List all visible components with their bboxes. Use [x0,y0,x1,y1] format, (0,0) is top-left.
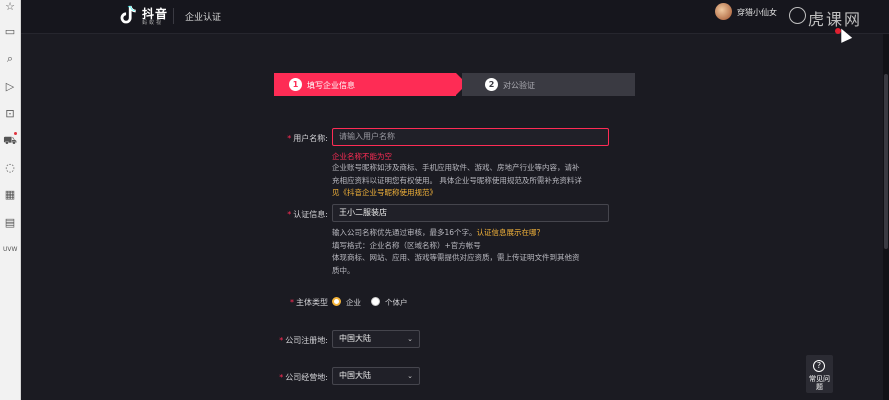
cert-display-link[interactable]: 认证信息展示在哪？ [477,228,545,237]
question-icon: ? [813,360,825,372]
divider [173,8,174,24]
book-icon[interactable]: ▭ [3,25,17,39]
brand-subtitle: 蚂蚁视 [142,20,164,26]
reg-place-select[interactable]: 中国大陆 ⌄ [332,330,420,348]
uvw-icon[interactable]: UVW [3,243,17,257]
radio-enterprise-label[interactable]: 企业 [346,297,361,308]
document-icon[interactable]: ▤ [3,216,17,230]
biz-place-select[interactable]: 中国大陆 ⌄ [332,367,420,385]
username[interactable]: 穿猎小仙女 [737,7,777,18]
faq-button[interactable]: ? 常见问题 [806,355,833,393]
chat-icon[interactable]: ◌ [3,161,17,175]
step-1-number: 1 [289,78,302,91]
step-1-label: 填写企业信息 [307,81,355,90]
video-icon[interactable]: ▷ [3,80,17,94]
nickname-rules-link[interactable]: 见《抖音企业号昵称使用规范》 [332,187,582,200]
search-icon[interactable]: ⌕ [3,52,17,66]
biz-place-label: * 公司经营地: [279,373,328,382]
star-icon[interactable]: ☆ [3,0,17,14]
step-2: 2 对公验证 [462,73,635,96]
required-mark: * [279,336,284,345]
notification-dot [14,132,17,135]
required-mark: * [287,134,292,143]
cert-info-help: 输入公司名称优先通过审核，最多16个字。认证信息展示在哪？ 填写格式：企业名称（… [332,228,580,275]
grid-icon[interactable]: ▦ [3,188,17,202]
required-mark: * [287,210,292,219]
cert-info-input[interactable]: 王小二服装店 [332,204,609,222]
scroll-thumb[interactable] [884,74,888,249]
scrollbar[interactable] [883,34,889,400]
cart-icon[interactable]: ⛟ [3,134,17,148]
required-mark: * [279,373,284,382]
username-help: 企业账号昵称如涉及商标、手机应用软件、游戏、房地产行业等内容，请补 充相应资料以… [332,162,582,200]
subject-type-label: * 主体类型 [290,298,328,307]
watermark-circle [789,7,806,24]
cert-info-label: * 认证信息: [287,210,328,219]
reg-place-label: * 公司注册地: [279,336,328,345]
page-title: 企业认证 [185,13,222,23]
faq-label: 常见问题 [809,375,830,391]
avatar[interactable] [715,3,732,20]
radio-individual-label[interactable]: 个体户 [385,297,408,308]
chevron-down-icon: ⌄ [407,372,413,380]
username-input[interactable]: 请输入用户名称 [332,128,609,146]
watermark: 虎课网 [808,10,863,29]
radio-individual[interactable] [371,297,380,306]
username-label: * 用户名称: [287,134,328,143]
top-bar: 抖音 蚂蚁视 企业认证 穿猎小仙女 虎课网 [21,0,889,34]
required-mark: * [290,298,294,307]
step-1: 1 填写企业信息 [274,73,456,96]
step-2-label: 对公验证 [503,81,535,90]
radio-enterprise[interactable] [332,297,341,306]
package-icon[interactable]: ⊡ [3,107,17,121]
douyin-logo-icon[interactable] [116,4,138,26]
chevron-down-icon: ⌄ [407,335,413,343]
browser-sidebar: ☆ ▭ ⌕ ▷ ⊡ ⛟ ◌ ▦ ▤ UVW [0,0,21,400]
step-2-number: 2 [485,78,498,91]
username-error: 企业名称不能为空 [332,152,392,161]
